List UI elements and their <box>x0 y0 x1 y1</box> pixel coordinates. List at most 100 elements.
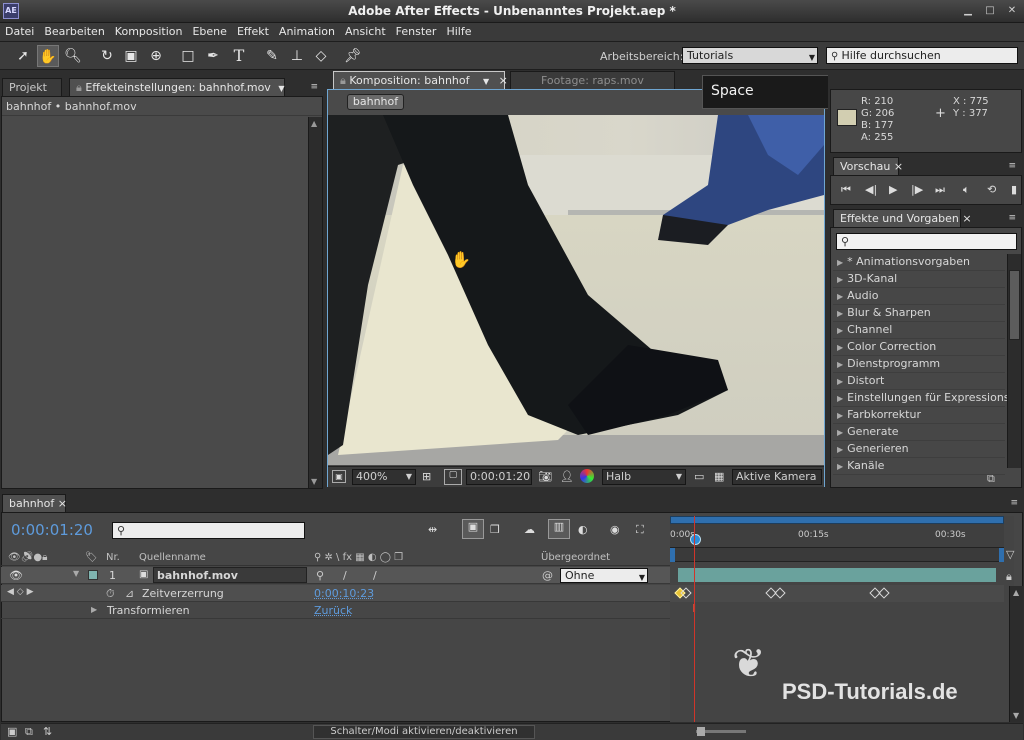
property-value[interactable]: 0:00:10:23 <box>314 587 374 600</box>
effects-category[interactable]: ▶ Farbkorrektur <box>833 407 1005 424</box>
stopwatch-icon[interactable]: ⏱ <box>106 587 115 601</box>
scroll-down-icon[interactable]: ▼ <box>1013 711 1019 720</box>
menu-ansicht[interactable]: Ansicht <box>340 23 391 38</box>
effects-category[interactable]: ▶ Einstellungen für Expressions <box>833 390 1010 407</box>
brainstorm-icon[interactable]: ◉ <box>610 523 620 536</box>
camera-tool-icon[interactable]: ▣ <box>120 45 142 67</box>
menu-animation[interactable]: Animation <box>274 23 340 38</box>
tab-effekteinstellungen[interactable]: 🔒︎ Effekteinstellungen: bahnhof.mov ▼ <box>69 78 285 96</box>
brush-tool-icon[interactable]: ✎ <box>261 45 283 67</box>
property-row-zeitverzerrung[interactable]: ◀ ◇ ▶ ⏱ ⊿ Zeitverzerrung 0:00:10:23 <box>1 585 670 602</box>
effects-category[interactable]: ▶ Generate <box>833 424 1005 441</box>
navigator-start-handle[interactable] <box>670 548 675 562</box>
hand-tool-icon[interactable]: ✋ <box>37 45 59 67</box>
expand-triangle-icon[interactable]: ▶ <box>91 605 97 614</box>
mask-visibility-icon[interactable]: ▢ <box>444 469 462 485</box>
menu-komposition[interactable]: Komposition <box>110 23 188 38</box>
lock-icon[interactable]: 🔒︎ <box>1006 570 1020 584</box>
workspace-select[interactable]: Tutorials ▼ <box>682 47 818 64</box>
clone-stamp-tool-icon[interactable]: ⊥ <box>286 45 308 67</box>
motion-blur-switch-icon[interactable]: / <box>373 569 377 582</box>
keyframe-navigator-icon[interactable]: ◀ ◇ ▶ <box>7 587 34 597</box>
effects-category[interactable]: ▶ Distort <box>833 373 1005 390</box>
effects-category[interactable]: ▶ Audio <box>833 288 1005 305</box>
transfer-controls-icon[interactable]: ⧉ <box>25 725 33 739</box>
layer-row[interactable]: 👁︎ ▼ 1 ▣ bahnhof.mov ⚲ / / @ Ohne ▼ <box>1 567 670 584</box>
work-area-bar[interactable] <box>670 516 1004 524</box>
puppet-pin-tool-icon[interactable]: 📌︎ <box>342 45 364 67</box>
region-of-interest-icon[interactable]: ▭ <box>694 470 704 483</box>
first-frame-icon[interactable]: ⏮ <box>841 183 851 197</box>
quality-switch-icon[interactable]: / <box>343 569 347 582</box>
eye-icon[interactable]: 👁︎ <box>9 569 23 582</box>
timeline-search-input[interactable]: ⚲ <box>112 522 305 539</box>
pen-tool-icon[interactable]: ✒ <box>202 45 224 67</box>
maximize-icon[interactable]: □ <box>982 5 998 17</box>
frame-blending-icon[interactable]: ▥ <box>548 519 570 539</box>
comp-navigator-button[interactable]: bahnhof <box>347 94 404 110</box>
effects-category[interactable]: ▶ Generieren <box>833 441 1005 458</box>
loop-icon[interactable]: ⟲ <box>987 183 996 196</box>
layer-name[interactable]: bahnhof.mov <box>153 567 307 583</box>
shy-layers-icon[interactable]: ☁ <box>524 523 535 536</box>
menu-datei[interactable]: Datei <box>0 23 39 38</box>
in-out-icon[interactable]: ⇅ <box>43 725 52 738</box>
audio-icon[interactable]: 🔈︎ <box>963 183 970 197</box>
show-snapshot-icon[interactable]: 👤︎ <box>560 470 574 483</box>
motion-blur-icon[interactable]: ◐ <box>578 523 588 536</box>
scrollbar[interactable]: ▲ ▼ <box>308 117 322 488</box>
pan-behind-tool-icon[interactable]: ⊕ <box>145 45 167 67</box>
previous-frame-icon[interactable]: ◀| <box>865 183 877 196</box>
effects-search-input[interactable]: ⚲ <box>836 233 1017 250</box>
pick-whip-icon[interactable]: @ <box>542 569 553 582</box>
composition-canvas[interactable]: ✋ <box>328 115 824 465</box>
effects-scrollbar[interactable] <box>1007 254 1021 468</box>
shy-switch-icon[interactable]: ⚲ <box>316 569 324 582</box>
menu-bearbeiten[interactable]: Bearbeiten <box>39 23 109 38</box>
camera-select[interactable]: Aktive Kamera <box>732 469 822 485</box>
resolution-select[interactable]: Halb ▼ <box>602 469 686 485</box>
effects-category[interactable]: ▶ Channel <box>833 322 1005 339</box>
effects-menu-icon[interactable]: ≡ <box>998 212 1016 224</box>
tab-komposition[interactable]: 🔒︎ Komposition: bahnhof ▼ × <box>333 71 508 89</box>
effects-category[interactable]: ▶ Kanäle <box>833 458 1005 475</box>
panel-menu-icon[interactable]: ≡ <box>300 81 318 93</box>
zoom-select[interactable]: 400% ▼ <box>352 469 416 485</box>
comp-button-icon[interactable]: ▽ <box>1006 548 1020 562</box>
keyframe[interactable] <box>774 587 786 599</box>
timeline-menu-icon[interactable]: ≡ <box>1000 497 1018 509</box>
tab-effekte-und-vorgaben[interactable]: Effekte und Vorgaben × <box>833 209 972 227</box>
tab-projekt[interactable]: Projekt <box>2 78 62 96</box>
keyframe[interactable] <box>878 587 890 599</box>
tab-footage[interactable]: Footage: raps.mov <box>510 71 675 89</box>
zoom-tool-icon[interactable]: 🔍︎ <box>62 45 84 67</box>
menu-effekt[interactable]: Effekt <box>232 23 274 38</box>
column-source-name[interactable]: Quellenname <box>139 552 206 563</box>
show-channel-icon[interactable] <box>580 469 594 483</box>
toggle-switches-modes-button[interactable]: Schalter/Modi aktivieren/deaktivieren <box>313 725 535 739</box>
menu-ebene[interactable]: Ebene <box>187 23 231 38</box>
collapse-triangle-icon[interactable]: ▼ <box>73 569 79 578</box>
selection-tool-icon[interactable]: ➚ <box>12 45 34 67</box>
effects-category[interactable]: ▶ 3D-Kanal <box>833 271 1005 288</box>
play-icon[interactable]: ▶ <box>889 183 897 196</box>
menu-fenster[interactable]: Fenster <box>391 23 442 38</box>
zoom-navigator[interactable] <box>670 548 1004 562</box>
effects-category[interactable]: ▶ Blur & Sharpen <box>833 305 1005 322</box>
timeline-current-time[interactable]: 0:00:01:20 <box>11 521 93 539</box>
text-tool-icon[interactable]: T <box>228 45 250 67</box>
rotate-tool-icon[interactable]: ↻ <box>96 45 118 67</box>
help-search-input[interactable]: ⚲ Hilfe durchsuchen <box>826 47 1018 64</box>
close-tab-icon[interactable]: × <box>962 212 971 225</box>
menu-hilfe[interactable]: Hilfe <box>441 23 476 38</box>
current-time-indicator-line[interactable] <box>694 516 695 722</box>
timeline-scrollbar[interactable]: ▲ ▼ <box>1009 586 1023 722</box>
close-tab-icon[interactable]: × <box>499 74 508 87</box>
minimize-icon[interactable]: ▁ <box>960 5 976 17</box>
effects-category[interactable]: ▶ * Animationsvorgaben <box>833 254 1005 271</box>
time-graph[interactable]: 0:00s 00:15s 00:30s I ❦ PSD-Tutorials.de <box>670 516 1014 722</box>
comp-mini-flowchart-icon[interactable]: ⇹ <box>428 523 437 536</box>
close-tab-icon[interactable]: × <box>58 497 67 510</box>
layer-duration-bar[interactable] <box>678 568 996 582</box>
snapshot-icon[interactable]: 📷︎ <box>538 470 552 483</box>
